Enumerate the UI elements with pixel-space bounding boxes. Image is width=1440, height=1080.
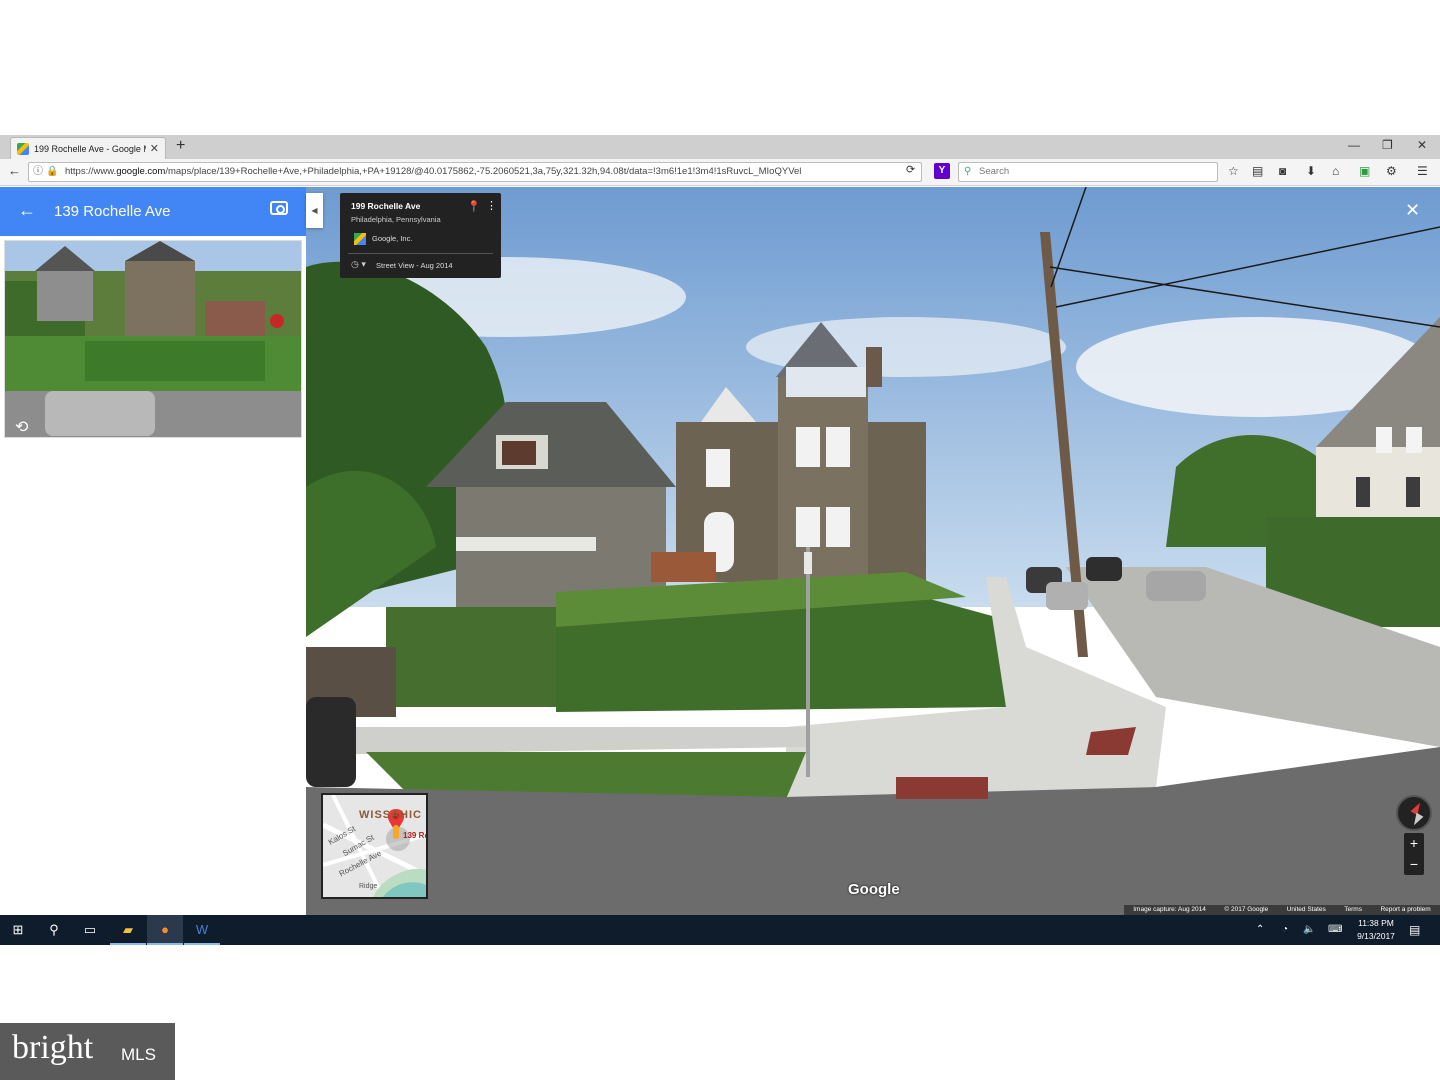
close-street-view-button[interactable]: ✕ <box>1405 200 1420 221</box>
file-explorer-icon[interactable]: ▰ <box>110 915 146 945</box>
info-card-city: Philadelphia, Pennsylvania <box>351 215 441 224</box>
google-watermark: Google <box>848 881 900 898</box>
logo-suffix-text: MLS <box>121 1045 156 1064</box>
google-maps-favicon-icon <box>17 142 29 155</box>
back-arrow-icon[interactable]: ← <box>18 200 36 221</box>
volume-icon[interactable]: 🔈 <box>1303 915 1315 945</box>
compass-icon[interactable] <box>1396 795 1432 831</box>
firefox-icon[interactable]: ● <box>147 915 183 945</box>
rotate-360-icon: ⟲ <box>15 419 29 436</box>
street-view-info-card: 199 Rochelle Ave Philadelphia, Pennsylva… <box>340 193 501 278</box>
image-owner: Google, Inc. <box>372 234 413 243</box>
zoom-out-button[interactable]: − <box>1404 854 1424 875</box>
terms-link[interactable]: Terms <box>1344 905 1362 915</box>
tab-title: 199 Rochelle Ave - Google M <box>34 143 146 154</box>
windows-taskbar: ⊞ ⚲ ▭ ▰ ● W ⌃ ◔ 🔈 ⌨ 11:38 PM 9/13/2017 ▤ <box>0 915 1440 945</box>
search-icon[interactable]: ⚲ <box>36 915 72 945</box>
location-pin-icon[interactable]: 📍 <box>467 200 481 213</box>
restore-button[interactable]: ❐ <box>1382 138 1393 152</box>
info-card-address: 199 Rochelle Ave <box>351 201 421 211</box>
page: 199 Rochelle Ave - Google M ✕ + — ❐ ✕ ← … <box>0 0 1440 1080</box>
zoom-in-button[interactable]: + <box>1404 833 1424 854</box>
more-options-icon[interactable]: ⋮ <box>486 199 497 212</box>
lock-icon: 🔒 <box>46 166 59 177</box>
zoom-control: + − <box>1404 833 1424 875</box>
navigation-bar: ← ⓘ 🔒 https://www.google.com/maps/place/… <box>0 159 1440 186</box>
reload-icon[interactable]: ⟳ <box>906 163 915 176</box>
word-icon[interactable]: W <box>184 915 220 945</box>
start-windows-icon[interactable]: ⊞ <box>0 915 36 945</box>
window-close-button[interactable]: ✕ <box>1417 138 1427 152</box>
street-view-thumbnail[interactable]: ⟲ <box>4 240 302 438</box>
place-side-panel: ← 139 Rochelle Ave ⟲ <box>0 187 306 915</box>
mini-map[interactable]: WISSAHIC Kalos St Sumac St Rochelle Ave … <box>321 793 428 899</box>
download-icon[interactable]: ⬇ <box>1306 164 1316 178</box>
bookmark-star-icon[interactable]: ☆ <box>1228 164 1239 178</box>
clock-date: 9/13/2017 <box>1357 931 1395 941</box>
menu-icon[interactable]: ☰ <box>1417 164 1428 178</box>
task-view-icon[interactable]: ▭ <box>72 915 108 945</box>
notifications-icon[interactable]: ▤ <box>1409 915 1420 945</box>
network-icon[interactable]: ◔ <box>1282 915 1288 945</box>
url-prefix: https://www. <box>65 166 117 177</box>
reading-list-icon[interactable]: ▤ <box>1252 164 1263 178</box>
tab-close-icon[interactable]: ✕ <box>150 142 159 155</box>
home-icon[interactable]: ⌂ <box>1332 164 1339 178</box>
back-arrow-icon[interactable]: ← <box>8 163 21 178</box>
bright-mls-logo: bright MLS <box>0 1023 175 1080</box>
camera-icon[interactable] <box>270 201 288 215</box>
street-view-panorama[interactable] <box>306 187 1440 915</box>
minimap-area-label: WISSAHIC <box>359 809 422 821</box>
browser-tab[interactable]: 199 Rochelle Ave - Google M ✕ <box>10 137 166 159</box>
thumbnail-image <box>5 241 301 437</box>
capture-date: Street View - Aug 2014 <box>376 261 453 270</box>
new-tab-button[interactable]: + <box>176 137 185 155</box>
map-footer: Image capture: Aug 2014 © 2017 Google Un… <box>1124 905 1440 915</box>
clock-time: 11:38 PM <box>1358 918 1394 928</box>
sync-icon[interactable]: ⚙ <box>1386 164 1397 178</box>
minimize-button[interactable]: — <box>1348 138 1360 152</box>
minimap-place-label: 139 Ro <box>403 831 428 840</box>
pocket-icon[interactable]: ◙ <box>1279 164 1286 178</box>
search-box[interactable]: ⚲ Search <box>958 162 1218 182</box>
side-panel-header: ← 139 Rochelle Ave <box>0 187 306 236</box>
image-capture-date: Image capture: Aug 2014 <box>1133 906 1206 913</box>
street-view-scene <box>306 187 1440 915</box>
system-clock[interactable]: 11:38 PM 9/13/2017 <box>1352 917 1400 943</box>
history-clock-icon[interactable]: ◷ ▾ <box>351 259 366 270</box>
country-link[interactable]: United States <box>1287 905 1326 915</box>
url-path: /maps/place/139+Rochelle+Ave,+Philadelph… <box>165 166 802 177</box>
collapse-panel-button[interactable]: ◀ <box>306 193 323 228</box>
address-bar[interactable]: ⓘ 🔒 https://www.google.com/maps/place/13… <box>28 162 922 182</box>
divider <box>348 253 493 254</box>
extension-icon[interactable]: ▣ <box>1359 164 1370 178</box>
info-icon[interactable]: ⓘ <box>33 163 43 181</box>
report-problem-link[interactable]: Report a problem <box>1380 905 1430 915</box>
minimap-street-label: Ridge <box>359 883 378 890</box>
url-host: google.com <box>116 166 166 177</box>
place-title: 139 Rochelle Ave <box>54 203 171 220</box>
logo-brand-text: bright <box>12 1029 94 1066</box>
tab-strip: 199 Rochelle Ave - Google M ✕ + — ❐ ✕ <box>0 135 1440 159</box>
show-hidden-icons-icon[interactable]: ⌃ <box>1256 915 1264 945</box>
yahoo-search-engine-icon[interactable]: Y <box>934 163 950 179</box>
search-icon: ⚲ <box>964 166 972 177</box>
search-placeholder: Search <box>979 166 1010 177</box>
keyboard-icon[interactable]: ⌨ <box>1328 915 1342 945</box>
google-maps-logo-icon <box>354 233 366 245</box>
copyright: © 2017 Google <box>1224 906 1269 913</box>
